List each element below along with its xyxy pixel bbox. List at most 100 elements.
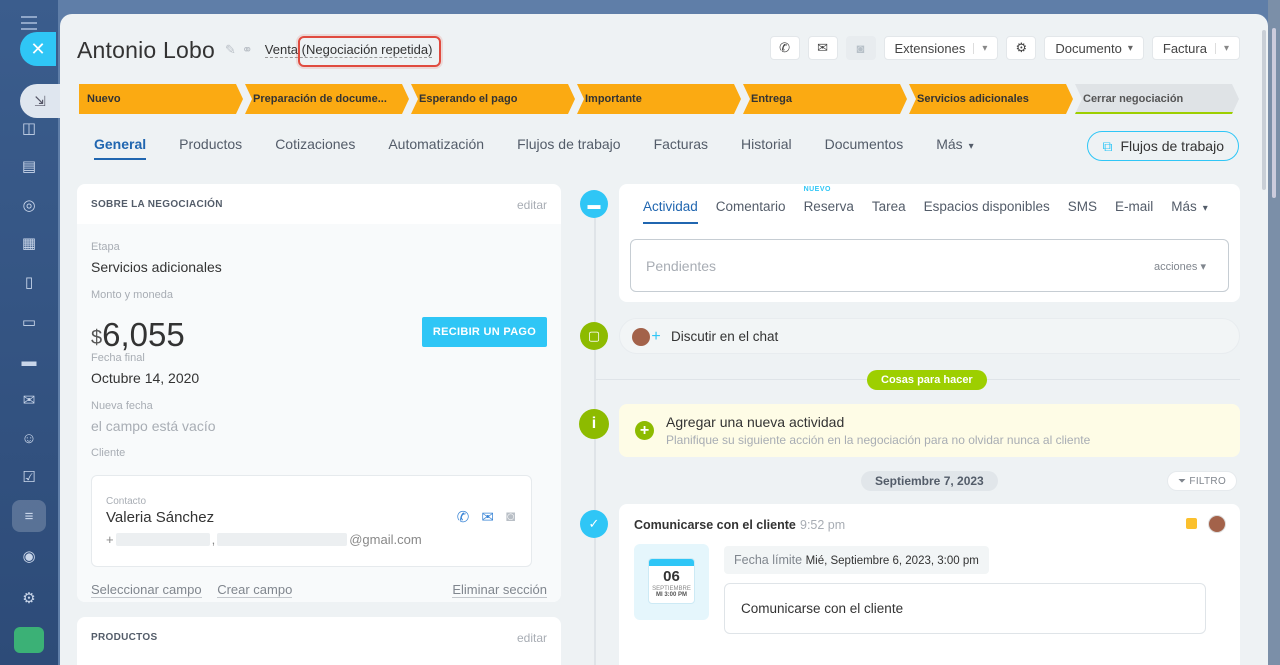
task-title[interactable]: Comunicarse con el cliente [634,518,796,532]
gear-icon: ⚙ [1015,40,1028,55]
stage-nuevo[interactable]: Nuevo [79,84,243,114]
client-box: Contacto Valeria Sánchez + , @gmail.com … [91,475,532,567]
new-date-value[interactable]: el campo está vacío [91,418,216,434]
contact-name[interactable]: Valeria Sánchez [106,509,214,526]
feed-icon[interactable]: ▤ [19,156,39,176]
invoice-button[interactable]: Factura ▾ [1151,36,1240,60]
stage-esperando-pago[interactable]: Esperando el pago [411,84,575,114]
minimize-icon: ⇲ [34,92,46,109]
tab-mas[interactable]: Más ▾ [936,136,973,160]
add-activity-banner[interactable]: + Agregar una nueva actividad Planifique… [619,404,1240,457]
crm-filter-icon: ≡ [24,507,34,525]
pending-input[interactable]: Pendientes acciones ▾ [630,239,1229,292]
settings-button[interactable]: ⚙ [1006,36,1037,60]
tab-espacios[interactable]: Espacios disponibles [924,199,1050,224]
chevron-down-icon: ▾ [973,42,987,54]
select-field-link[interactable]: Seleccionar campo [91,582,202,598]
actions-dropdown[interactable]: acciones ▾ [1154,260,1206,273]
cal-time: MI 3:00 PM [655,592,687,598]
contact-email-suffix: @gmail.com [349,532,422,547]
tab-tarea[interactable]: Tarea [872,199,906,224]
close-slider-button[interactable]: ✕ [20,32,56,66]
stage-cerrar[interactable]: Cerrar negociación [1075,84,1239,114]
stage-value[interactable]: Servicios adicionales [91,259,222,275]
tab-general[interactable]: General [94,136,147,160]
deal-type-prefix: Venta [264,42,302,57]
create-field-link[interactable]: Crear campo [217,582,293,598]
market-app-icon[interactable] [14,627,44,653]
page-scrollbar[interactable] [1272,28,1276,198]
board-icon[interactable]: ▭ [19,312,39,332]
contacts-icon[interactable]: ☺ [19,428,39,448]
checklist-icon[interactable]: ☑ [19,467,39,487]
stage-servicios-adicionales[interactable]: Servicios adicionales [909,84,1073,114]
calendar-icon[interactable]: ▦ [19,233,39,253]
tab-sms[interactable]: SMS [1068,199,1097,224]
discuss-in-chat[interactable]: + Discutir en el chat [619,318,1240,354]
edit-title-icon[interactable]: ✎ [225,42,236,58]
end-date-value[interactable]: Octubre 14, 2020 [91,370,199,386]
responsible-avatar[interactable] [1208,515,1226,533]
workflows-button[interactable]: ⧉ Flujos de trabajo [1087,131,1239,161]
plus-icon: + [635,421,654,440]
tab-automatizacion[interactable]: Automatización [388,136,484,160]
products-edit-link[interactable]: editar [517,631,547,645]
document-button[interactable]: Documento ▾ [1044,36,1144,60]
task-description[interactable]: Comunicarse con el cliente [724,583,1206,634]
tab-historial[interactable]: Historial [741,136,792,160]
panel-scrollbar[interactable] [1262,30,1266,190]
chat-icon[interactable]: ◫ [19,118,39,138]
extensions-button[interactable]: Extensiones ▾ [883,36,999,60]
deadline-chip[interactable]: Fecha límite Mié, Septiembre 6, 2023, 3:… [724,546,989,574]
extensions-label: Extensiones [894,40,966,56]
cards-icon[interactable]: ▬ [19,351,39,371]
envelope-icon[interactable]: ✉ [481,508,494,526]
filter-label: FILTRO [1189,476,1227,487]
amount-value[interactable]: $6,055 [91,316,185,354]
tab-cotizaciones[interactable]: Cotizaciones [275,136,355,160]
tab-comentario[interactable]: Comentario [716,199,786,224]
tab-actividad[interactable]: Actividad [643,199,698,224]
deal-title[interactable]: Antonio Lobo [77,37,215,64]
tasks-icon[interactable]: ◎ [19,195,39,215]
task-time: 9:52 pm [800,518,846,532]
add-activity-title: Agregar una nueva actividad [666,414,845,430]
tab-documentos[interactable]: Documentos [825,136,904,160]
tab-mas-actividad[interactable]: Más ▾ [1171,199,1208,224]
filter-button[interactable]: ⏷ FILTRO [1167,471,1238,491]
receive-payment-button[interactable]: RECIBIR UN PAGO [422,317,547,347]
deal-slider-panel: Antonio Lobo ✎ ⚭ Venta (Negociación repe… [60,14,1268,665]
flag-icon[interactable] [1186,518,1197,529]
envelope-icon: ✉ [817,40,828,55]
about-heading: SOBRE LA NEGOCIACIÓN [91,199,223,210]
documents-icon[interactable]: ▯ [19,272,39,292]
email-button[interactable]: ✉ [807,36,838,60]
stage-importante[interactable]: Importante [577,84,741,114]
about-edit-link[interactable]: editar [517,198,547,212]
tab-flujos[interactable]: Flujos de trabajo [517,136,621,160]
settings-icon[interactable]: ⚙ [19,588,39,608]
phone-icon[interactable]: ✆ [457,508,470,526]
chevron-down-icon: ▾ [1214,42,1229,54]
app-sidebar: ✕ ⇲ ◫ ▤ ◎ ▦ ▯ ▭ ▬ ✉ ☺ ☑ ≡ ◉ ⚙ [0,0,60,665]
delete-section-link[interactable]: Eliminar sección [452,582,547,598]
minimize-slider-button[interactable]: ⇲ [20,84,60,118]
contact-details: + , @gmail.com [106,532,422,547]
phone-icon: ✆ [779,40,790,55]
end-date-label: Fecha final [91,352,145,364]
tab-facturas[interactable]: Facturas [654,136,708,160]
stage-preparacion[interactable]: Preparación de docume... [245,84,409,114]
chat-bubble-icon[interactable]: ◙ [506,508,515,526]
mail-icon[interactable]: ✉ [19,390,39,410]
copy-link-icon[interactable]: ⚭ [242,42,253,58]
header-toolbar: ✆ ✉ ◙ Extensiones ▾ ⚙ Documento ▾ Factura ▾ [769,36,1240,60]
tab-email[interactable]: E-mail [1115,199,1153,224]
chat-button[interactable]: ◙ [845,36,876,60]
add-participant-icon[interactable]: + [647,328,665,346]
robot-icon[interactable]: ◉ [19,546,39,566]
stage-entrega[interactable]: Entrega [743,84,907,114]
tab-productos[interactable]: Productos [179,136,242,160]
call-button[interactable]: ✆ [769,36,800,60]
currency-symbol: $ [91,327,103,349]
tab-reserva[interactable]: NUEVO Reserva [804,186,854,224]
